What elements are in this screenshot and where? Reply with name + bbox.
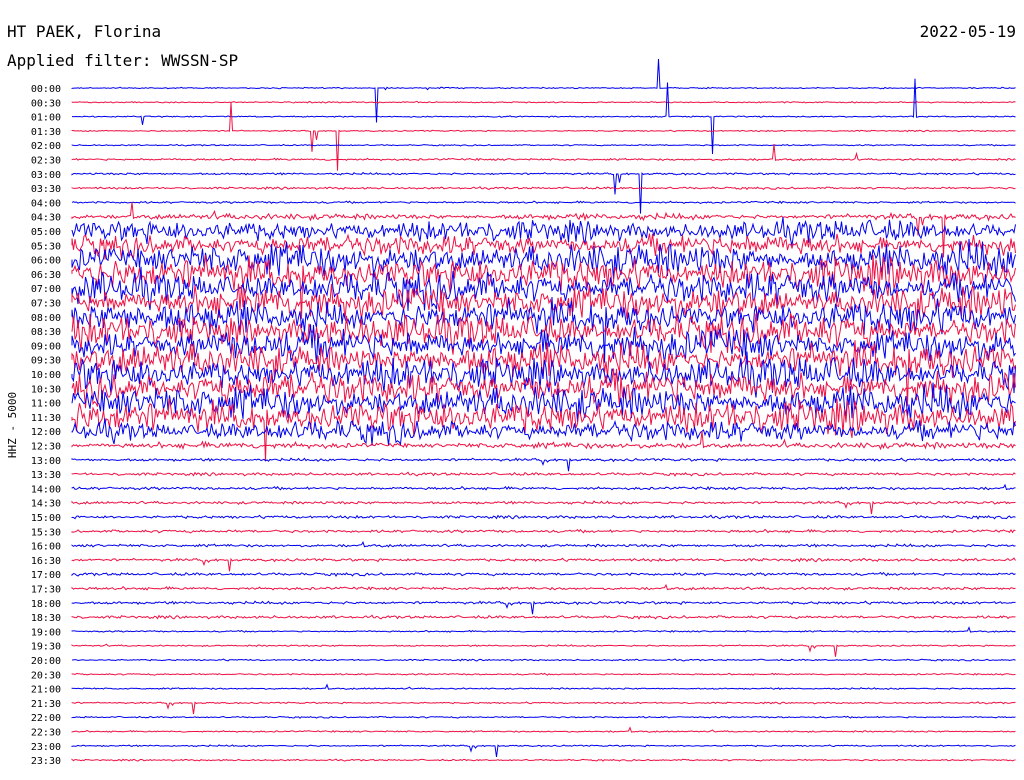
tick-label: 13:30 — [31, 470, 61, 481]
tick-label: 18:30 — [31, 613, 61, 624]
tick-label: 05:30 — [31, 241, 61, 252]
tick-label: 09:00 — [31, 341, 61, 352]
tick-label: 12:30 — [31, 442, 61, 453]
tick-label: 15:30 — [31, 527, 61, 538]
trace-line — [71, 683, 1016, 690]
seismic-traces — [71, 58, 1016, 762]
tick-label: 09:30 — [31, 356, 61, 367]
trace-line — [71, 144, 1016, 162]
tick-label: 10:00 — [31, 370, 61, 381]
tick-label: 17:30 — [31, 585, 61, 596]
tick-label: 03:00 — [31, 170, 61, 181]
trace-line — [71, 528, 1016, 534]
tick-label: 18:00 — [31, 599, 61, 610]
tick-label: 02:30 — [31, 156, 61, 167]
trace-line — [71, 726, 1016, 733]
tick-label: 19:00 — [31, 627, 61, 638]
tick-label: 11:00 — [31, 399, 61, 410]
tick-label: 11:30 — [31, 413, 61, 424]
tick-label: 15:00 — [31, 513, 61, 524]
tick-label: 16:00 — [31, 542, 61, 553]
tick-label: 20:30 — [31, 670, 61, 681]
tick-label: 02:00 — [31, 141, 61, 152]
trace-line — [71, 100, 1016, 104]
trace-line — [71, 672, 1016, 676]
tick-label: 07:00 — [31, 284, 61, 295]
trace-line — [71, 102, 1016, 171]
tick-label: 20:00 — [31, 656, 61, 667]
trace-line — [71, 471, 1016, 477]
chart-date: 2022-05-19 — [920, 22, 1016, 41]
trace-line — [71, 457, 1016, 472]
seismogram-chart: HT PAEK, Florina Applied filter: WWSSN-S… — [6, 22, 1016, 767]
tick-label: 17:00 — [31, 570, 61, 581]
trace-line — [71, 500, 1016, 515]
trace-line — [71, 514, 1016, 520]
tick-label: 03:30 — [31, 184, 61, 195]
trace-line — [71, 758, 1016, 762]
tick-label: 00:00 — [31, 84, 61, 95]
chart-title: HT PAEK, Florina — [7, 22, 161, 41]
trace-line — [71, 583, 1016, 591]
trace-line — [71, 233, 1016, 260]
tick-label: 07:30 — [31, 299, 61, 310]
trace-line — [71, 614, 1016, 620]
trace-line — [71, 701, 1016, 715]
trace-line — [71, 658, 1016, 662]
trace-line — [71, 143, 1016, 147]
trace-line — [71, 715, 1016, 719]
tick-label: 06:00 — [31, 256, 61, 267]
tick-label: 14:00 — [31, 484, 61, 495]
y-axis-label: HHZ - 5000 — [6, 392, 19, 458]
tick-label: 05:00 — [31, 227, 61, 238]
trace-line — [71, 600, 1016, 615]
chart-subtitle: Applied filter: WWSSN-SP — [7, 51, 238, 70]
trace-line — [71, 557, 1016, 572]
tick-label: 16:30 — [31, 556, 61, 567]
trace-line — [71, 626, 1016, 633]
tick-label: 21:30 — [31, 699, 61, 710]
tick-label: 13:00 — [31, 456, 61, 467]
time-tick-labels: 00:00 00:30 01:00 01:30 02:00 02:30 03:00 03:30… — [31, 84, 61, 767]
trace-line — [71, 201, 1016, 258]
tick-label: 21:00 — [31, 685, 61, 696]
tick-label: 01:30 — [31, 127, 61, 138]
tick-label: 08:30 — [31, 327, 61, 338]
trace-line — [71, 541, 1016, 548]
trace-line — [71, 171, 1016, 214]
tick-label: 10:30 — [31, 384, 61, 395]
tick-label: 06:30 — [31, 270, 61, 281]
tick-label: 01:00 — [31, 113, 61, 124]
tick-label: 08:00 — [31, 313, 61, 324]
tick-label: 12:00 — [31, 427, 61, 438]
tick-label: 22:30 — [31, 728, 61, 739]
tick-label: 22:00 — [31, 713, 61, 724]
tick-label: 04:00 — [31, 198, 61, 209]
tick-label: 23:00 — [31, 742, 61, 753]
trace-line — [71, 483, 1016, 491]
tick-label: 04:30 — [31, 213, 61, 224]
trace-line — [71, 217, 1016, 246]
trace-line — [72, 78, 1016, 155]
trace-line — [71, 186, 1016, 191]
trace-line — [71, 643, 1016, 657]
trace-line — [71, 571, 1016, 577]
tick-label: 19:30 — [31, 642, 61, 653]
tick-label: 00:30 — [31, 98, 61, 109]
tick-label: 14:30 — [31, 499, 61, 510]
trace-line — [71, 200, 1016, 205]
tick-label: 23:30 — [31, 756, 61, 767]
trace-line — [71, 744, 1016, 757]
